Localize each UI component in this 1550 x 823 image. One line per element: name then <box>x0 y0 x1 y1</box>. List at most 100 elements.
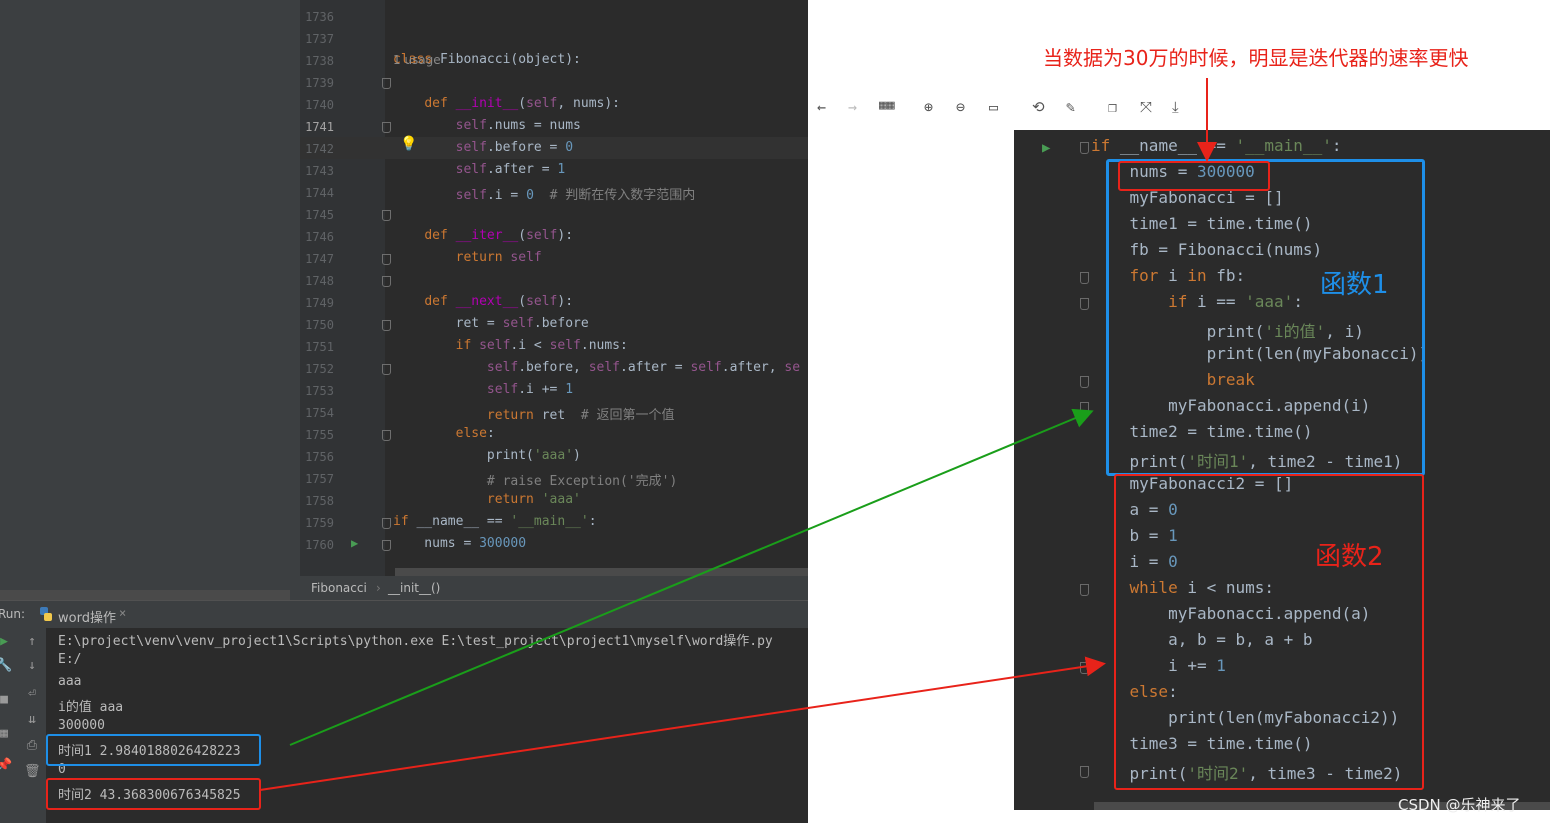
grid-icon[interactable]: ▦▦ <box>879 98 895 113</box>
watermark: CSDN @乐神来了 <box>1398 796 1521 814</box>
run-gutter-icon[interactable]: ▶ <box>351 536 358 550</box>
line-number: 1739 <box>305 76 334 90</box>
line-number: 1747 <box>305 252 334 266</box>
line-number: 1746 <box>305 230 334 244</box>
nums-highlight-box <box>1118 161 1270 191</box>
zoom-in-icon[interactable]: ⊕ <box>924 98 933 116</box>
code-line: return 'aaa' <box>486 492 581 507</box>
line-number: 1760 <box>305 538 334 552</box>
code-line: self.before = 0 <box>455 140 574 155</box>
edit-icon[interactable]: ✎ <box>1066 98 1075 116</box>
line-number: 1759 <box>305 516 334 530</box>
line-number: 1756 <box>305 450 334 464</box>
close-tab-icon[interactable]: × <box>119 606 126 620</box>
code-line: print('aaa') <box>393 448 581 463</box>
fold-icon[interactable] <box>382 518 391 529</box>
console-line: aaa <box>58 674 82 689</box>
function1-label: 函数1 <box>1320 270 1389 300</box>
rotate-icon[interactable]: ⟲ <box>1032 98 1045 116</box>
download-icon[interactable]: ⤓ <box>1172 98 1179 116</box>
code-line: def __iter__(self): <box>424 228 574 243</box>
fold-icon[interactable] <box>382 210 391 221</box>
pin-icon[interactable]: 📌 <box>0 758 12 774</box>
code-line: def __next__(self): <box>424 294 574 309</box>
scroll-down-icon[interactable]: ↓ <box>24 658 40 674</box>
rerun-icon[interactable]: ▶ <box>0 634 12 650</box>
fold-icon <box>1080 376 1089 388</box>
fold-icon[interactable] <box>382 430 391 441</box>
line-number: 1738 <box>305 54 334 68</box>
code-line: self.after = 1 <box>455 162 566 177</box>
project-sidebar <box>0 0 300 600</box>
fold-icon[interactable] <box>382 364 391 375</box>
line-number: 1755 <box>305 428 334 442</box>
code-line: else: <box>455 426 495 441</box>
forward-arrow-icon[interactable]: → <box>848 98 857 116</box>
viewer-toolbar: ← → ▦▦ ⊕ ⊖ ▭ ⟲ ✎ ❐ ⤧ ⤓ <box>808 92 1550 122</box>
stop-icon[interactable]: ■ <box>0 692 12 708</box>
line-number: 1751 <box>305 340 334 354</box>
fold-icon[interactable] <box>382 320 391 331</box>
code-line: self.i = 0 # 判断在传入数字范围内 <box>455 188 696 203</box>
console-line: i的值 aaa <box>58 700 124 715</box>
screenshot-code-line: if __name__ == '__main__': <box>1091 136 1342 155</box>
copy-icon[interactable]: ❐ <box>1108 98 1117 116</box>
code-line: if __name__ == '__main__': <box>393 514 597 529</box>
line-number: 1750 <box>305 318 334 332</box>
console-line: E:\project\venv\venv_project1\Scripts\py… <box>58 634 773 649</box>
code-line: nums = 300000 <box>393 536 527 551</box>
back-arrow-icon[interactable]: ← <box>817 98 826 116</box>
wrench-icon[interactable]: 🔧 <box>0 658 12 674</box>
fold-icon[interactable] <box>382 254 391 265</box>
print-icon[interactable]: ⎙ <box>24 738 40 754</box>
time1-highlight-box <box>46 734 261 766</box>
fold-icon <box>1080 272 1089 284</box>
line-number: 1742 <box>305 142 334 156</box>
fold-icon[interactable] <box>382 540 391 551</box>
zoom-out-icon[interactable]: ⊖ <box>956 98 965 116</box>
layout-icon[interactable]: ▦ <box>0 726 12 742</box>
function2-highlight-box <box>1114 474 1424 790</box>
code-editor[interactable]: 1736 1737 1738 class Fibonacci(object): 1739… <box>300 0 808 576</box>
line-number: 1737 <box>305 32 334 46</box>
line-number: 1752 <box>305 362 334 376</box>
code-line: return self <box>455 250 542 265</box>
line-number: 1745 <box>305 208 334 222</box>
fold-icon[interactable] <box>382 276 391 287</box>
scroll-end-icon[interactable]: ⇊ <box>24 712 40 728</box>
actual-size-icon[interactable]: ▭ <box>989 98 998 116</box>
function1-highlight-box <box>1106 159 1425 476</box>
soft-wrap-icon[interactable]: ⏎ <box>24 686 40 702</box>
fold-icon[interactable] <box>382 78 391 89</box>
line-number: 1757 <box>305 472 334 486</box>
breadcrumb-separator: › <box>376 581 381 595</box>
line-number: 1741 <box>305 120 334 134</box>
line-number: 1753 <box>305 384 334 398</box>
fold-icon[interactable] <box>382 122 391 133</box>
fullscreen-icon[interactable]: ⤧ <box>1140 98 1152 116</box>
breadcrumb-item-class[interactable]: Fibonacci <box>311 581 367 595</box>
code-line: # raise Exception('完成') <box>486 474 678 489</box>
line-number: 1754 <box>305 406 334 420</box>
code-line: ret = self.before <box>393 316 589 331</box>
line-number: 1758 <box>305 494 334 508</box>
line-number: 1748 <box>305 274 334 288</box>
code-line: self.before, self.after = self.after, se <box>486 360 801 375</box>
run-toolbar: ▶ ↑ 🔧 ↓ ■ ⏎ ⇊ ▦ ⎙ 📌 🗑 <box>0 628 46 823</box>
line-number: 1744 <box>305 186 334 200</box>
fold-icon <box>1080 662 1089 674</box>
console-line: 300000 <box>58 718 105 733</box>
usage-hint: 1 usage <box>393 53 441 67</box>
fold-icon <box>1080 402 1089 414</box>
python-icon <box>38 606 54 622</box>
run-tab-label[interactable]: word操作 <box>58 607 116 626</box>
lightbulb-icon[interactable]: 💡 <box>400 136 417 152</box>
horizontal-scrollbar[interactable] <box>395 568 808 576</box>
trash-icon[interactable]: 🗑 <box>24 764 41 780</box>
sidebar-scrollbar[interactable] <box>0 590 290 600</box>
breadcrumb-item-method[interactable]: __init__() <box>388 581 440 595</box>
fold-icon <box>1080 766 1089 778</box>
code-line: self.i += 1 <box>486 382 574 397</box>
scroll-up-icon[interactable]: ↑ <box>24 634 40 650</box>
line-number: 1749 <box>305 296 334 310</box>
